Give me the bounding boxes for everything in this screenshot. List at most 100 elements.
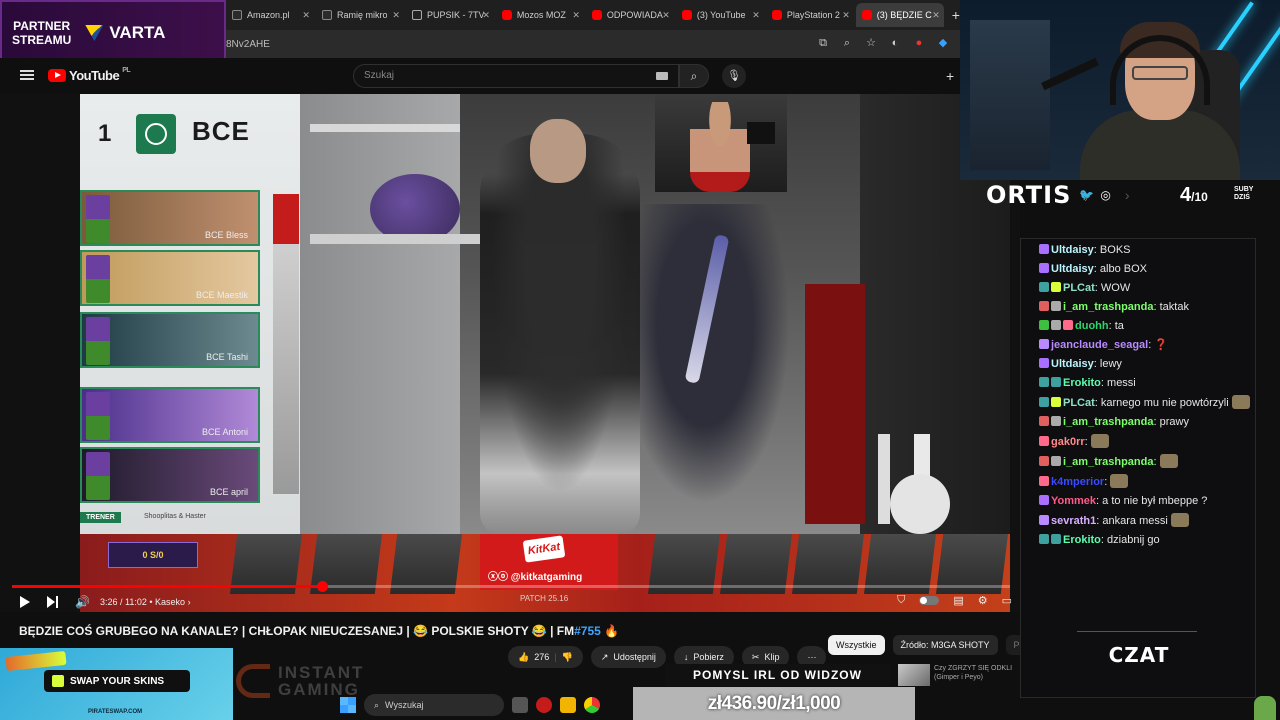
progress-bar[interactable]	[12, 581, 1010, 592]
settings-gear-icon[interactable]: ⚙	[978, 594, 988, 607]
kitkat-handle-text: @kitkatgaming	[510, 572, 583, 583]
chat-badge-icon	[1051, 416, 1061, 426]
chapter-name[interactable]: Kaseko	[155, 597, 185, 607]
chat-username[interactable]: Ultdaisy	[1051, 263, 1094, 275]
close-tab-icon[interactable]: ✕	[932, 10, 940, 21]
chat-username[interactable]: i_am_trashpanda	[1063, 301, 1153, 313]
play-icon[interactable]	[20, 596, 30, 608]
chat-badge-icon	[1039, 377, 1049, 387]
strip-decoration	[273, 244, 299, 494]
like-button[interactable]: 👍 276 | 👎	[508, 646, 583, 668]
browser-tab[interactable]: (3) BĘDZIE C ✕	[855, 3, 944, 27]
hamburger-menu-icon[interactable]	[20, 70, 34, 80]
inset-person	[690, 102, 750, 192]
subtitles-icon[interactable]: ▤	[953, 594, 963, 607]
chat-username[interactable]: k4mperior	[1051, 476, 1104, 488]
chat-message: Erokito: dziabnij go	[1039, 533, 1251, 547]
video-title-hashtag[interactable]: #755	[574, 624, 601, 638]
chat-username[interactable]: Erokito	[1063, 534, 1101, 546]
close-tab-icon[interactable]: ✕	[752, 10, 760, 21]
miniplayer-icon[interactable]: ▭	[1002, 594, 1012, 607]
instant-gaming-mark-icon	[236, 664, 270, 698]
youtube-favicon-icon	[771, 10, 782, 20]
opera-icon[interactable]	[536, 697, 552, 713]
browser-tab[interactable]: Mozos MOZ ✕	[496, 3, 584, 27]
filter-chip-source[interactable]: Źródło: M3GA SHOTY	[892, 635, 998, 655]
close-tab-icon[interactable]: ✕	[392, 10, 400, 21]
browser-tab[interactable]: Amazon.pl ✕	[226, 3, 314, 27]
create-plus-icon[interactable]: +	[946, 68, 954, 84]
shield-icon[interactable]: ⛉	[897, 594, 905, 607]
chat-username[interactable]: Ultdaisy	[1051, 244, 1094, 256]
chat-username[interactable]: PLCat	[1063, 397, 1095, 409]
share-button[interactable]: ↗ Udostępnij	[590, 646, 666, 668]
record-icon[interactable]: ●	[912, 36, 926, 50]
new-tab-icon[interactable]: +	[952, 7, 960, 23]
chat-username[interactable]: Ultdaisy	[1051, 358, 1094, 370]
irl-idea-banner: POMYSL IRL OD WIDZOW	[665, 664, 890, 686]
cast-icon[interactable]: ⧉	[816, 36, 830, 50]
progress-played	[12, 585, 323, 588]
chrome-icon[interactable]	[584, 697, 600, 713]
search-input[interactable]: Szukaj	[353, 64, 679, 88]
next-video-icon[interactable]	[47, 596, 59, 608]
chat-username[interactable]: duohh	[1075, 320, 1109, 332]
bookmark-star-icon[interactable]: ☆	[864, 36, 878, 50]
chat-emote-icon	[1159, 454, 1178, 468]
chat-username[interactable]: i_am_trashpanda	[1063, 456, 1153, 468]
chat-username[interactable]: gak0rr	[1051, 436, 1085, 448]
windows-start-icon[interactable]	[340, 697, 356, 713]
weapon-skin-image	[5, 650, 67, 672]
chat-badge-icon	[1051, 456, 1061, 466]
close-tab-icon[interactable]: ✕	[842, 10, 850, 21]
close-tab-icon[interactable]: ✕	[662, 10, 670, 21]
windows-taskbar: ⌕ Wyszukaj	[340, 690, 670, 720]
folder-icon[interactable]	[560, 697, 576, 713]
browser-tab[interactable]: (3) YouTube ✕	[676, 3, 764, 27]
browser-tab[interactable]: PUPSIK - 7TV ✕	[406, 3, 494, 27]
swap-icon	[52, 675, 64, 687]
browser-tab[interactable]: Ramię mikro ✕	[316, 3, 404, 27]
chat-message: Yommek: a to nie był mbeppe ?	[1039, 494, 1251, 508]
filter-chip-all[interactable]: Wszystkie	[828, 635, 885, 655]
video-player[interactable]: 1 BCE BCE Bless BCE Maestik BCE Tashi BC…	[0, 94, 1020, 612]
role-icon	[86, 195, 110, 243]
chevron-right-icon: ›	[1124, 187, 1130, 203]
download-label: Pobierz	[693, 652, 724, 662]
extension-icon[interactable]: ◐	[888, 36, 902, 50]
chat-username[interactable]: sevrath1	[1051, 515, 1096, 527]
url-text[interactable]: 8Nv2AHE	[226, 39, 270, 50]
keyboard-icon[interactable]	[656, 72, 668, 80]
streamer-webcam	[960, 0, 1280, 180]
autoplay-toggle[interactable]	[919, 596, 940, 605]
voice-search-button[interactable]: 🎙	[722, 64, 746, 88]
close-tab-icon[interactable]: ✕	[482, 10, 490, 21]
search-button[interactable]: ⌕	[679, 64, 709, 88]
profile-icon[interactable]: ◆	[936, 36, 950, 50]
chat-username[interactable]: i_am_trashpanda	[1063, 416, 1153, 428]
tab-label: PUPSIK - 7TV	[426, 10, 485, 20]
chat-badge-icon	[1051, 282, 1061, 292]
youtube-logo[interactable]: YouTube PL	[48, 67, 131, 83]
close-tab-icon[interactable]: ✕	[572, 10, 580, 21]
chat-text: ankara messi	[1102, 515, 1168, 527]
thumbs-down-icon[interactable]: 👎	[562, 652, 573, 663]
task-view-icon[interactable]	[512, 697, 528, 713]
partner-label: PARTNER STREAMU	[12, 19, 71, 47]
webcam-shelf	[970, 20, 1050, 170]
donation-goal: zł436.90/zł1,000	[633, 687, 915, 720]
taskbar-search[interactable]: ⌕ Wyszukaj	[364, 694, 504, 716]
volume-icon[interactable]: 🔊	[75, 595, 90, 609]
chat-message: duohh: ta	[1039, 319, 1251, 333]
browser-tab[interactable]: PlayStation 2 ✕	[766, 3, 854, 27]
close-tab-icon[interactable]: ✕	[302, 10, 310, 21]
chat-username[interactable]: Erokito	[1063, 377, 1101, 389]
chat-username[interactable]: jeanclaude_seagal	[1051, 339, 1148, 351]
zoom-icon[interactable]: ⌕	[840, 36, 854, 50]
tab-label: PlayStation 2	[786, 10, 840, 20]
chat-username[interactable]: PLCat	[1063, 282, 1095, 294]
browser-tab[interactable]: ODPOWIADA ✕	[586, 3, 674, 27]
player-card: BCE Antoni	[80, 387, 260, 443]
chat-username[interactable]: Yommek	[1051, 495, 1096, 507]
team-name: BCE	[192, 116, 250, 146]
